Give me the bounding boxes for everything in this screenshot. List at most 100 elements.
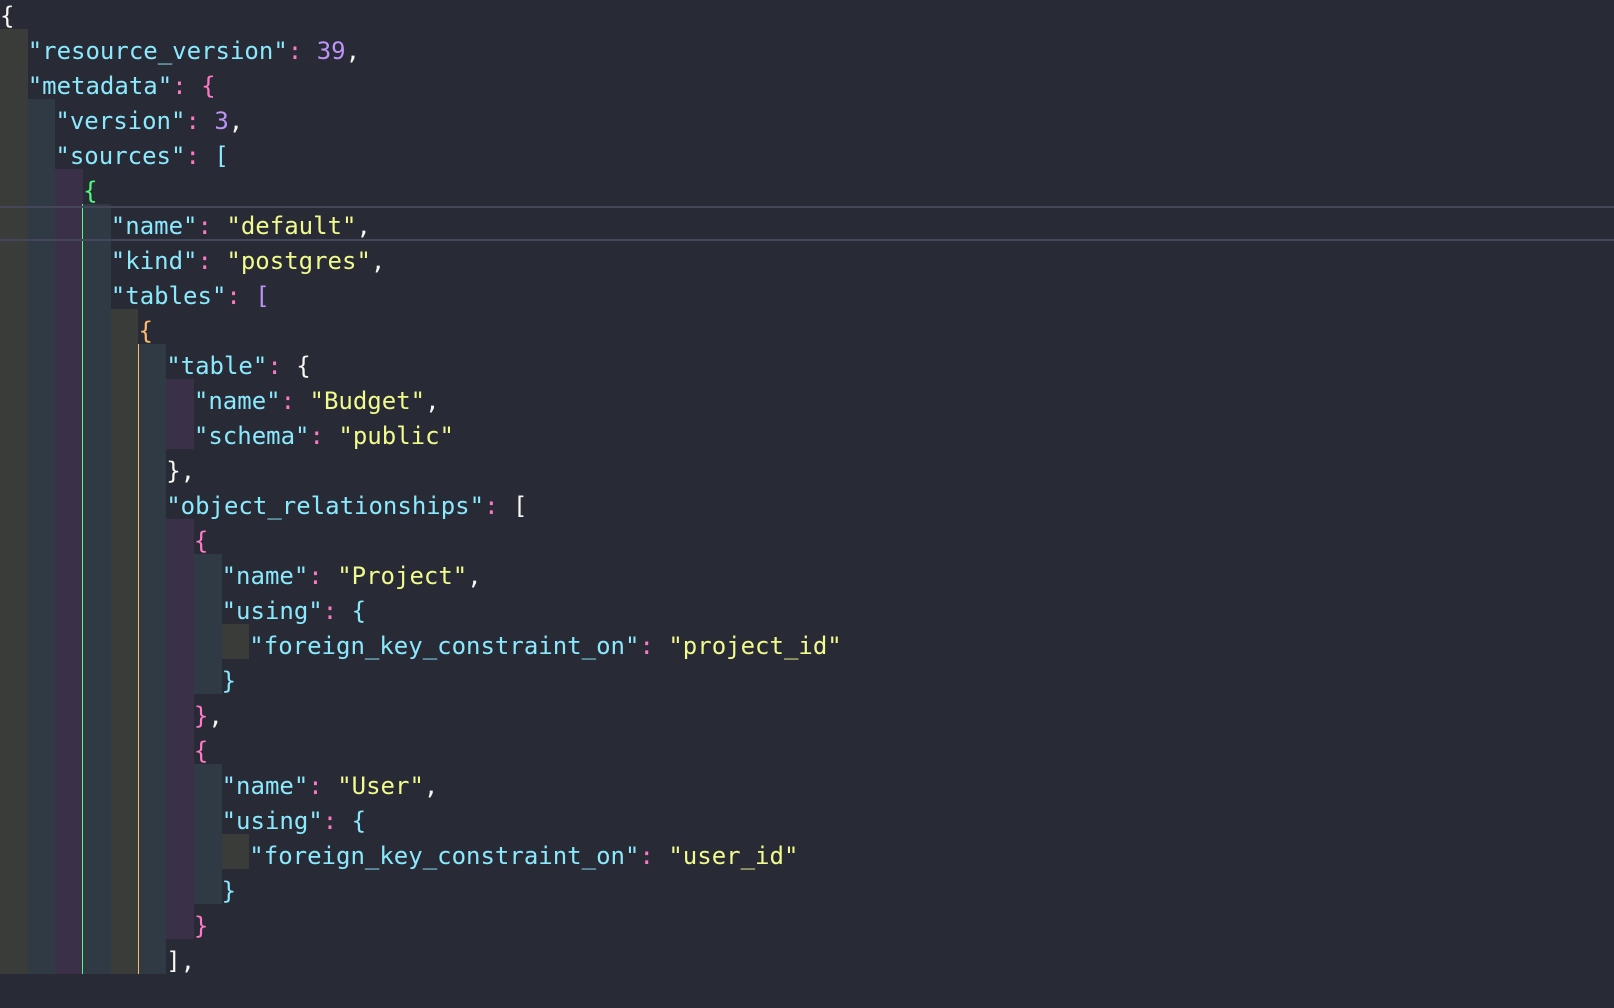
code-line[interactable]: "metadata": { [28,68,216,104]
code-token: : [639,632,669,660]
code-line[interactable]: "foreign_key_constraint_on": "user_id" [249,838,798,874]
code-token: , [228,107,244,135]
code-token: "name" [110,212,198,240]
code-token: "sources" [55,142,186,170]
code-token: { [193,527,209,555]
code-token: "foreign_key_constraint_on" [249,842,640,870]
code-token: : [287,37,317,65]
code-token: : [484,492,513,520]
code-line[interactable]: } [194,908,208,944]
code-token: , [425,387,440,415]
code-token: "user_id" [668,842,799,870]
code-token: } [166,457,181,485]
code-token: , [180,947,196,975]
code-token: [ [214,142,229,170]
code-token: : [172,72,202,100]
code-token: , [208,702,223,730]
code-token: "Budget" [309,387,426,415]
code-line[interactable]: "kind": "postgres", [111,243,386,279]
code-line[interactable]: "name": "User", [222,768,439,804]
code-token: : [322,597,352,625]
code-line[interactable]: { [194,733,208,769]
code-token: { [351,807,367,835]
code-line[interactable]: "foreign_key_constraint_on": "project_id… [249,628,841,664]
code-token: : [308,772,338,800]
code-token: : [267,352,297,380]
code-token: "name" [221,562,309,590]
code-token: { [193,737,209,765]
code-token: : [226,282,256,310]
code-token: "object_relationships" [166,492,485,520]
code-line[interactable]: "sources": [ [55,138,228,174]
code-token: "public" [338,422,454,450]
code-token: : [185,107,215,135]
code-line[interactable]: "version": 3, [55,103,243,139]
code-token: , [423,772,439,800]
code-token: , [356,212,371,240]
code-token: : [322,807,352,835]
code-token: { [351,597,367,625]
code-token: , [345,37,361,65]
code-token: : [197,247,227,275]
code-token: } [193,912,209,940]
code-token: "schema" [193,422,310,450]
code-line[interactable]: "resource_version": 39, [28,33,360,69]
code-line[interactable]: "tables": [ [111,278,270,314]
code-line[interactable]: "name": "default", [111,208,371,244]
code-line[interactable]: } [222,873,236,909]
code-token: { [138,317,153,345]
code-token: "name" [221,772,309,800]
code-token: : [309,422,339,450]
code-token: [ [512,492,528,520]
code-token: , [180,457,196,485]
code-token: : [308,562,338,590]
code-token: { [201,72,216,100]
code-line[interactable]: "using": { [222,803,367,839]
code-token: { [0,2,15,30]
code-line[interactable]: { [0,0,14,34]
code-token: } [221,877,237,905]
code-token: { [296,352,311,380]
code-line[interactable]: }, [166,453,195,489]
code-token: : [185,142,215,170]
code-token: "name" [193,387,281,415]
code-line[interactable]: { [83,173,97,209]
code-line[interactable]: "object_relationships": [ [166,488,527,524]
code-token: } [193,702,209,730]
code-token: "User" [337,772,424,800]
code-token: 39 [316,37,346,65]
code-token: "postgres" [226,247,371,275]
code-token: , [370,247,386,275]
code-line[interactable]: { [139,313,153,349]
code-line[interactable]: { [194,523,208,559]
code-line[interactable]: } [222,663,236,699]
code-token: [ [255,282,270,310]
code-token: ] [166,947,181,975]
code-token: : [639,842,669,870]
code-token: "Project" [337,562,468,590]
code-token: "metadata" [27,72,173,100]
code-line[interactable]: "name": "Budget", [194,383,440,419]
code-line[interactable]: "name": "Project", [222,558,482,594]
code-token: , [467,562,482,590]
code-line[interactable]: ], [166,943,195,979]
code-token: { [83,177,98,205]
code-token: : [280,387,310,415]
code-line[interactable]: "schema": "public" [194,418,454,454]
code-token: : [197,212,227,240]
code-token: "foreign_key_constraint_on" [249,632,640,660]
code-token: "table" [166,352,268,380]
code-token: "using" [221,597,323,625]
code-token: } [221,667,237,695]
code-line[interactable]: "table": { [166,348,311,384]
code-editor[interactable]: {"resource_version": 39, "metadata": {"ve… [0,0,1614,1008]
code-token: "tables" [110,282,227,310]
code-line[interactable]: "using": { [222,593,367,629]
code-token: "resource_version" [27,37,288,65]
code-line[interactable]: }, [194,698,223,734]
code-token: "project_id" [668,632,842,660]
code-token: "version" [55,107,186,135]
code-token: "using" [221,807,323,835]
code-token: "default" [226,212,357,240]
code-token: "kind" [110,247,198,275]
